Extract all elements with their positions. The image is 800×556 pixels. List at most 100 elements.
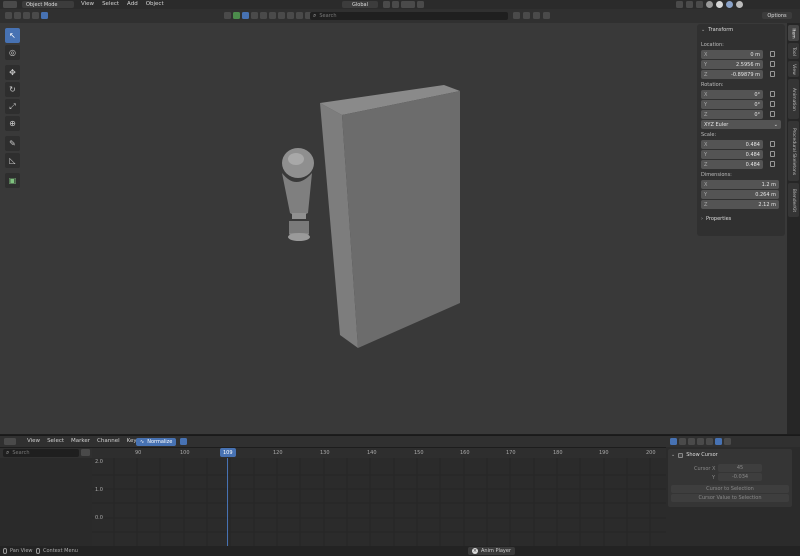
pivot-icon[interactable] [383, 1, 390, 8]
menu-select[interactable]: Select [102, 1, 119, 7]
proportional-icon[interactable] [715, 438, 722, 445]
scale-y-field[interactable]: Y 0.484 [701, 150, 763, 159]
measure-tool[interactable]: ◺ [5, 153, 20, 168]
lock-rotation-x-icon[interactable] [770, 91, 775, 97]
rotation-mode-dropdown[interactable]: XYZ Euler ⌄ [701, 120, 781, 129]
image-filter-icon[interactable] [296, 12, 303, 19]
menu-marker[interactable]: Marker [71, 438, 90, 444]
xray-icon[interactable] [696, 1, 703, 8]
cursor-x-field[interactable]: 45 [718, 464, 762, 472]
search-field[interactable]: ⌕ Search [310, 12, 508, 20]
3d-viewport[interactable] [0, 23, 696, 434]
show-cursor-row[interactable]: ⌄ Show Cursor [671, 452, 718, 458]
tab-item[interactable]: Item [788, 25, 799, 41]
tab-blenderkit[interactable]: BlenderKit [788, 183, 799, 217]
snap-icon[interactable] [392, 1, 399, 8]
scene-icon[interactable] [224, 12, 231, 19]
properties-header[interactable]: › Properties [701, 216, 731, 222]
channel-list[interactable] [0, 458, 92, 546]
channel-search-input[interactable]: ⌕ Search [3, 449, 79, 457]
rotation-x-field[interactable]: X 0° [701, 90, 763, 99]
annotate-tool[interactable]: ✎ [5, 136, 20, 151]
transform-header[interactable]: ⌄ Transform [701, 27, 733, 33]
mesh-filter-icon[interactable] [251, 12, 258, 19]
proportional-edit-icon[interactable] [417, 1, 424, 8]
sort-icon[interactable] [523, 12, 530, 19]
menu-view[interactable]: View [81, 1, 94, 7]
dimension-y-field[interactable]: Y 0.264 m [701, 190, 779, 199]
menu-view[interactable]: View [27, 438, 40, 444]
editor-type-icon[interactable] [4, 438, 16, 447]
select-box-tool[interactable]: ↖ [5, 28, 20, 43]
scale-tool[interactable]: ⤢ [5, 99, 20, 114]
location-x-field[interactable]: X 0 m [701, 50, 763, 59]
lock-rotation-z-icon[interactable] [770, 111, 775, 117]
rendered-shading-icon[interactable] [736, 1, 743, 8]
frame-ruler[interactable]: 90 100 120 130 140 150 160 170 180 190 2… [92, 448, 666, 458]
menu-channel[interactable]: Channel [97, 438, 120, 444]
anim-player-button[interactable]: × Anim Player [468, 547, 515, 555]
transform-tool[interactable]: ⊕ [5, 116, 20, 131]
current-frame-badge[interactable]: 109 [220, 448, 236, 457]
lock-rotation-y-icon[interactable] [770, 101, 775, 107]
move-tool[interactable]: ✥ [5, 65, 20, 80]
tab-view[interactable]: View [788, 61, 799, 77]
curve-filter-icon[interactable] [260, 12, 267, 19]
filter-icon[interactable] [697, 438, 704, 445]
lock-scale-x-icon[interactable] [770, 141, 775, 147]
world-icon[interactable] [233, 12, 240, 19]
pivot-icon[interactable] [706, 438, 713, 445]
lock-location-x-icon[interactable] [770, 51, 775, 57]
normalize-refresh-icon[interactable] [180, 438, 187, 447]
select-new-icon[interactable] [5, 12, 12, 19]
tab-animation[interactable]: Animation [788, 79, 799, 119]
lock-scale-z-icon[interactable] [770, 161, 775, 167]
show-hidden-icon[interactable] [679, 438, 686, 445]
select-extend-icon[interactable] [14, 12, 21, 19]
overlay-icon[interactable] [686, 1, 693, 8]
tab-tool[interactable]: Tool [788, 43, 799, 59]
only-selected-icon[interactable] [670, 438, 677, 445]
tab-procedural-skeletons[interactable]: Procedural Skeletons [788, 121, 799, 181]
cursor-tool[interactable]: ◎ [5, 45, 20, 60]
menu-object[interactable]: Object [146, 1, 164, 7]
material-shading-icon[interactable] [726, 1, 733, 8]
bookmark-icon[interactable] [513, 12, 520, 19]
dimension-z-field[interactable]: Z 2.12 m [701, 200, 779, 209]
orientation-dropdown[interactable]: Global [342, 1, 378, 8]
show-cursor-checkbox[interactable] [678, 452, 684, 458]
dimension-x-field[interactable]: X 1.2 m [701, 180, 779, 189]
select-invert-icon[interactable] [32, 12, 39, 19]
add-cube-tool[interactable]: ▣ [5, 173, 20, 188]
menu-add[interactable]: Add [127, 1, 138, 7]
options-dropdown[interactable]: Options [762, 12, 792, 19]
normalize-toggle[interactable]: ∿ Normalize [136, 438, 177, 446]
scale-z-field[interactable]: Z 0.484 [701, 160, 763, 169]
wireframe-shading-icon[interactable] [706, 1, 713, 8]
camera-filter-icon[interactable] [278, 12, 285, 19]
mode-dropdown[interactable]: Object Mode [22, 1, 74, 8]
lock-scale-y-icon[interactable] [770, 151, 775, 157]
light-filter-icon[interactable] [269, 12, 276, 19]
cursor-y-field[interactable]: -0.034 [718, 473, 762, 481]
filter-swap-icon[interactable] [81, 449, 90, 458]
menu-select[interactable]: Select [47, 438, 64, 444]
snap-target-icon[interactable] [401, 1, 415, 8]
select-intersect-icon[interactable] [41, 12, 48, 19]
graph-area[interactable]: 2.0 1.0 0.0 [92, 458, 666, 546]
filter-icon[interactable] [533, 12, 540, 19]
rotation-y-field[interactable]: Y 0° [701, 100, 763, 109]
lock-location-z-icon[interactable] [770, 71, 775, 77]
scale-x-field[interactable]: X 0.484 [701, 140, 763, 149]
shield-icon[interactable] [543, 12, 550, 19]
snap-icon[interactable] [724, 438, 731, 445]
cursor-to-selection-button[interactable]: Cursor to Selection [671, 485, 789, 493]
select-subtract-icon[interactable] [23, 12, 30, 19]
location-z-field[interactable]: Z -0.89879 m [701, 70, 763, 79]
errors-icon[interactable] [688, 438, 695, 445]
location-y-field[interactable]: Y 2.5956 m [701, 60, 763, 69]
solid-shading-icon[interactable] [716, 1, 723, 8]
gizmo-icon[interactable] [676, 1, 683, 8]
lock-location-y-icon[interactable] [770, 61, 775, 67]
rotate-tool[interactable]: ↻ [5, 82, 20, 97]
